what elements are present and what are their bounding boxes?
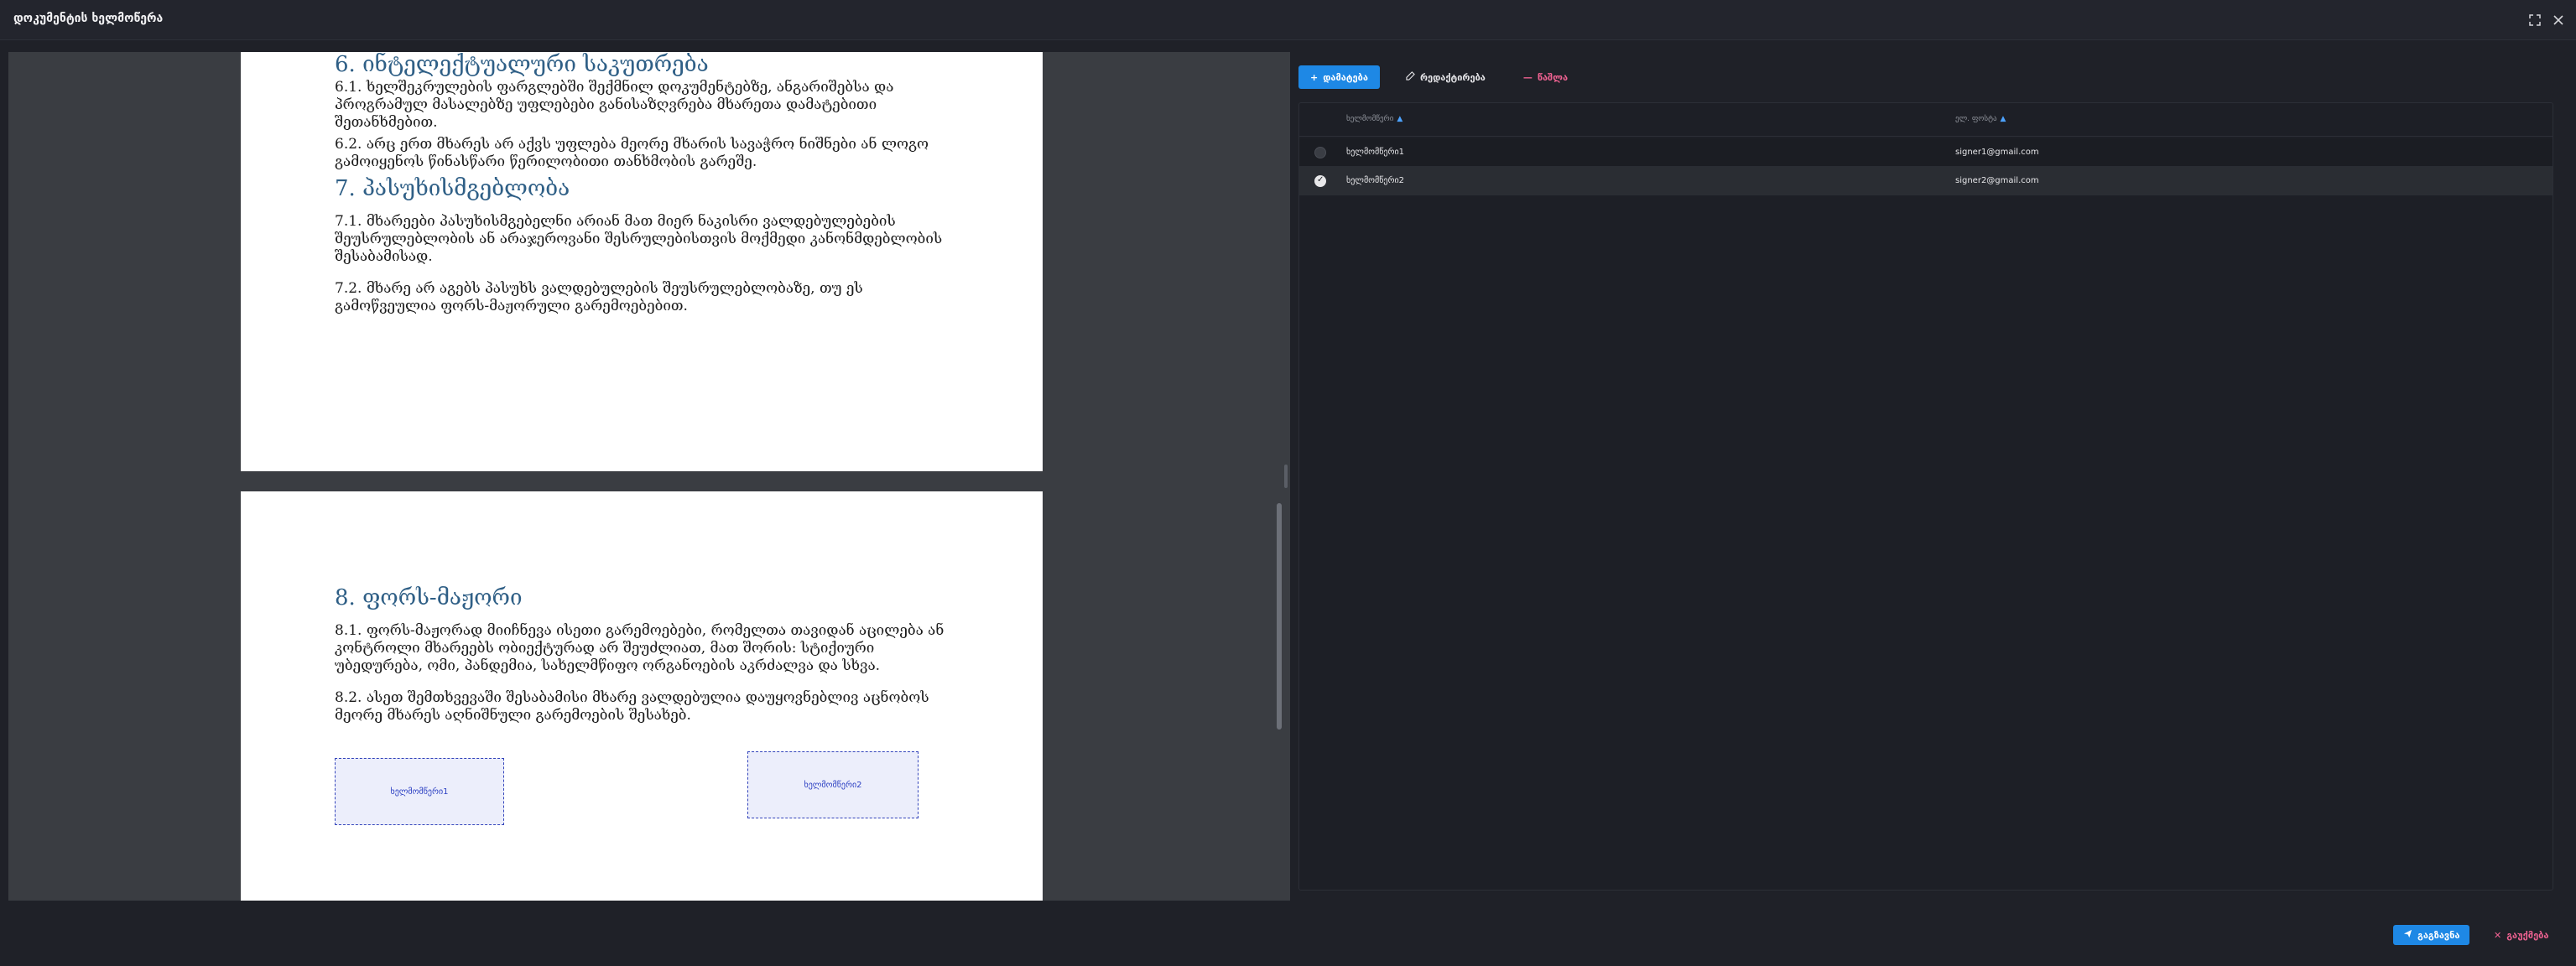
signer-name-cell: ხელმომწერი2 — [1346, 176, 1405, 185]
signature-field-2[interactable]: ხელმომწერი2 — [747, 751, 919, 818]
window-title: დოკუმენტის ხელმოწერა — [13, 12, 164, 25]
signer-email-cell: signer1@gmail.com — [1955, 148, 2039, 157]
paragraph: 8.2. ასეთ შემთხვევაში შესაბამისი მხარე ვ… — [335, 689, 929, 724]
pane-splitter-handle[interactable] — [1284, 465, 1288, 488]
section-heading: 7. პასუხისმგებლობა — [335, 176, 570, 201]
preview-scrollbar[interactable] — [1277, 503, 1282, 730]
paragraph: 7.1. მხარეები პასუხისმგებელნი არიან მათ … — [335, 213, 943, 265]
paragraph: 6.2. არც ერთ მხარეს არ აქვს უფლება მეორე… — [335, 136, 929, 170]
add-signer-button[interactable]: + დამატება — [1298, 65, 1380, 89]
column-header-label: ელ. ფოსტა — [1955, 115, 1997, 123]
cancel-button[interactable]: ✕ გაუქმება — [2485, 925, 2557, 945]
signer-email-cell: signer2@gmail.com — [1955, 176, 2039, 185]
section-heading: 6. ინტელექტუალური საკუთრება — [335, 52, 709, 77]
title-bar: დოკუმენტის ხელმოწერა — [0, 0, 2576, 40]
paragraph: 8.1. ფორს-მაჟორად მიიჩნევა ისეთი გარემოე… — [335, 622, 945, 674]
column-header-label: ხელმომწერი — [1346, 115, 1394, 123]
section-heading: 8. ფორს-მაჟორი — [335, 585, 523, 610]
table-header: ხელმომწერი ▲ ელ. ფოსტა ▲ — [1299, 103, 2553, 137]
row-select-radio[interactable] — [1314, 175, 1326, 187]
delete-signer-label: წაშლა — [1537, 71, 1569, 83]
edit-signer-label: რედაქტირება — [1419, 71, 1486, 83]
sort-arrow-icon: ▲ — [1397, 115, 1403, 123]
table-row[interactable]: ხელმომწერი1 signer1@gmail.com — [1299, 138, 2553, 167]
document-page: 6. ინტელექტუალური საკუთრება 6.1. ხელშეკრ… — [241, 52, 1043, 471]
signers-table: ხელმომწერი ▲ ელ. ფოსტა ▲ ხელმომწერი1 signe… — [1298, 102, 2553, 891]
add-signer-label: დამატება — [1323, 71, 1368, 83]
signature-field-label: ხელმომწერი1 — [390, 787, 449, 797]
signers-panel: + დამატება რედაქტირება — წაშლა ხელმომწერ… — [1298, 52, 2553, 891]
send-label: გაგზავნა — [2417, 929, 2460, 941]
signers-toolbar: + დამატება რედაქტირება — წაშლა — [1298, 65, 1579, 89]
close-icon: ✕ — [2494, 929, 2502, 941]
send-button[interactable]: გაგზავნა — [2393, 925, 2470, 945]
signature-field-label: ხელმომწერი2 — [804, 780, 862, 790]
send-icon — [2403, 929, 2412, 941]
paragraph: 7.2. მხარე არ აგებს პასუხს ვალდებულების … — [335, 280, 863, 314]
cancel-label: გაუქმება — [2506, 929, 2549, 941]
signer-name-cell: ხელმომწერი1 — [1346, 148, 1405, 157]
table-row[interactable]: ხელმომწერი2 signer2@gmail.com — [1299, 167, 2553, 195]
minus-icon: — — [1522, 71, 1533, 83]
close-icon[interactable] — [2548, 10, 2568, 30]
delete-signer-button[interactable]: — წაშლა — [1512, 65, 1579, 89]
edit-signer-button[interactable]: რედაქტირება — [1393, 65, 1498, 89]
column-header-signer[interactable]: ხელმომწერი ▲ — [1346, 115, 1402, 123]
sort-arrow-icon: ▲ — [2000, 115, 2006, 123]
document-preview[interactable]: 6. ინტელექტუალური საკუთრება 6.1. ხელშეკრ… — [8, 52, 1290, 901]
expand-icon[interactable] — [2525, 10, 2545, 30]
column-header-email[interactable]: ელ. ფოსტა ▲ — [1955, 115, 2006, 123]
plus-icon: + — [1310, 71, 1319, 83]
document-page: 8. ფორს-მაჟორი 8.1. ფორს-მაჟორად მიიჩნევ… — [241, 491, 1043, 901]
edit-icon — [1406, 71, 1415, 83]
paragraph: 6.1. ხელშეკრულების ფარგლებში შექმნილ დოკ… — [335, 79, 894, 131]
signature-field-1[interactable]: ხელმომწერი1 — [335, 758, 504, 825]
row-select-radio[interactable] — [1314, 147, 1326, 158]
